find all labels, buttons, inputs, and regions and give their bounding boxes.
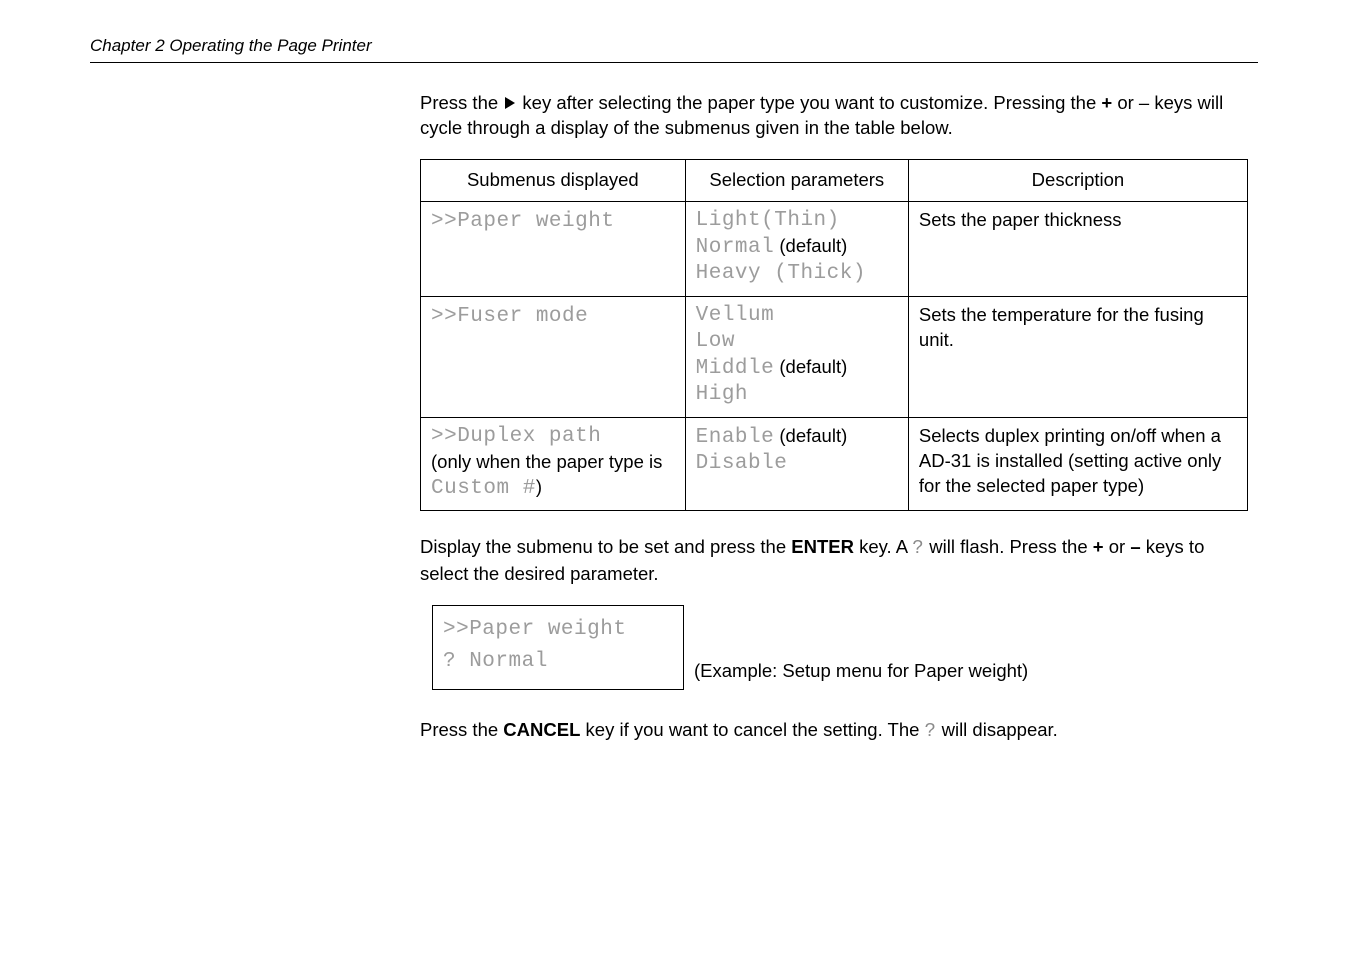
lcd-display-box: >>Paper weight ? Normal: [432, 605, 684, 690]
params-cell: Light(Thin) Normal (default) Heavy (Thic…: [685, 201, 908, 296]
cancel-key: CANCEL: [503, 719, 580, 740]
lcd-text: Normal: [696, 236, 775, 259]
lcd-line-2: ? Normal: [443, 646, 667, 679]
default-label: (default): [779, 356, 847, 377]
plus-key: +: [1101, 92, 1112, 113]
lcd-text: >>Duplex path: [431, 424, 675, 450]
desc-cell: Selects duplex printing on/off when a AD…: [908, 417, 1247, 510]
default-label: (default): [779, 425, 847, 446]
lcd-text: High: [696, 382, 898, 408]
question-mark-icon: ?: [912, 537, 924, 559]
minus-key: –: [1130, 536, 1140, 557]
lcd-text: Enable: [696, 426, 775, 449]
lcd-text: Middle: [696, 357, 775, 380]
submenu-note: (only when the paper type is Custom #): [431, 451, 662, 497]
table-row: >>Fuser mode Vellum Low Middle (default)…: [421, 296, 1248, 417]
col-submenus: Submenus displayed: [421, 159, 686, 201]
col-selection: Selection parameters: [685, 159, 908, 201]
final-paragraph: Press the CANCEL key if you want to canc…: [420, 718, 1248, 745]
chapter-header: Chapter 2 Operating the Page Printer: [90, 36, 1258, 56]
table-row: >>Duplex path (only when the paper type …: [421, 417, 1248, 510]
question-mark-icon: ?: [925, 720, 937, 742]
default-label: (default): [779, 235, 847, 256]
lcd-text: Disable: [696, 451, 898, 477]
table-header-row: Submenus displayed Selection parameters …: [421, 159, 1248, 201]
intro-paragraph: Press the key after selecting the paper …: [420, 91, 1248, 141]
middle-paragraph: Display the submenu to be set and press …: [420, 535, 1248, 587]
text: Press the: [420, 92, 503, 113]
text: or: [1104, 536, 1131, 557]
enter-key: ENTER: [791, 536, 854, 557]
lcd-text: Vellum: [696, 303, 898, 329]
lcd-text: Custom #: [431, 477, 536, 500]
header-rule: [90, 62, 1258, 63]
lcd-text: >>Fuser mode: [431, 305, 588, 328]
desc-cell: Sets the temperature for the fusing unit…: [908, 296, 1247, 417]
text: key. A: [854, 536, 912, 557]
text: will disappear.: [936, 719, 1057, 740]
text: key if you want to cancel the setting. T…: [580, 719, 924, 740]
lcd-text: Low: [696, 329, 898, 355]
example-caption: (Example: Setup menu for Paper weight): [694, 659, 1028, 690]
submenu-cell: >>Duplex path (only when the paper type …: [421, 417, 686, 510]
text: key after selecting the paper type you w…: [517, 92, 1101, 113]
page-root: Chapter 2 Operating the Page Printer Pre…: [0, 0, 1348, 802]
right-triangle-icon: [505, 97, 515, 109]
lcd-text: >>Paper weight: [431, 210, 614, 233]
text: Display the submenu to be set and press …: [420, 536, 791, 557]
lcd-text: Light(Thin): [696, 208, 898, 234]
params-cell: Enable (default) Disable: [685, 417, 908, 510]
body-content: Press the key after selecting the paper …: [420, 91, 1248, 744]
submenu-cell: >>Paper weight: [421, 201, 686, 296]
text: Press the: [420, 719, 503, 740]
plus-key: +: [1093, 536, 1104, 557]
params-cell: Vellum Low Middle (default) High: [685, 296, 908, 417]
example-block: >>Paper weight ? Normal (Example: Setup …: [432, 605, 1248, 690]
submenu-table: Submenus displayed Selection parameters …: [420, 159, 1248, 511]
col-description: Description: [908, 159, 1247, 201]
lcd-line-1: >>Paper weight: [443, 614, 667, 647]
text: will flash. Press the: [924, 536, 1093, 557]
submenu-cell: >>Fuser mode: [421, 296, 686, 417]
desc-cell: Sets the paper thickness: [908, 201, 1247, 296]
table-row: >>Paper weight Light(Thin) Normal (defau…: [421, 201, 1248, 296]
lcd-text: Heavy (Thick): [696, 261, 898, 287]
text: (only when the paper type is: [431, 451, 662, 472]
text: ): [536, 476, 542, 497]
